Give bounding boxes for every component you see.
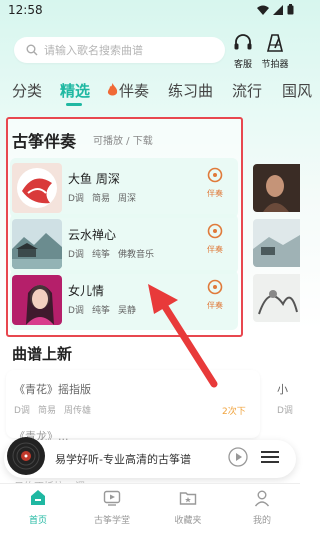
nav-label: 我的 bbox=[252, 516, 271, 526]
vinyl-disc-icon[interactable] bbox=[6, 436, 46, 476]
tag-style: 纯筝 bbox=[91, 250, 110, 260]
song-cover bbox=[12, 163, 62, 213]
play-button[interactable] bbox=[228, 447, 248, 471]
user-icon bbox=[254, 490, 270, 507]
metronome-icon bbox=[266, 34, 284, 52]
category-tabs: 分类 精选 伴奏 练习曲 流行 国风 bbox=[0, 80, 312, 106]
song-item[interactable]: 云水禅心 D调 纯筝 佛教音乐 伴奏 bbox=[10, 214, 238, 274]
status-bar: 12:58 bbox=[0, 0, 300, 22]
song-item[interactable]: 大鱼 周深 D调 简易 周深 伴奏 bbox=[10, 158, 238, 218]
tab-pop[interactable]: 流行 bbox=[232, 80, 262, 101]
wifi-icon bbox=[257, 5, 269, 15]
play-icon bbox=[228, 447, 248, 467]
headset-icon bbox=[234, 34, 252, 50]
video-icon bbox=[103, 490, 121, 506]
sheet-card-side[interactable]: 小 D调 bbox=[269, 370, 300, 438]
new-sheets-title: 曲谱上新 bbox=[12, 345, 73, 363]
sheet-views: 2次下 bbox=[222, 407, 246, 417]
song-title: 大鱼 周深 bbox=[68, 172, 120, 186]
status-icons bbox=[257, 4, 294, 15]
customer-service-button[interactable]: 客服 bbox=[226, 34, 260, 70]
nav-label: 古筝学堂 bbox=[93, 516, 130, 526]
sheet-meta: D调 简易 周传雄 bbox=[14, 403, 91, 416]
song-item[interactable]: 女儿情 D调 纯筝 吴静 伴奏 bbox=[10, 270, 238, 330]
section-title: 古筝伴奏 bbox=[12, 132, 77, 151]
tag-genre: 佛教音乐 bbox=[117, 250, 154, 260]
tag-artist: 吴静 bbox=[117, 306, 136, 316]
accompaniment-button[interactable]: 伴奏 bbox=[204, 167, 226, 199]
sheet-name: 《青花》摇指版 bbox=[14, 383, 91, 396]
home-icon bbox=[31, 490, 45, 505]
tag-key: D调 bbox=[68, 194, 84, 204]
tag-level: 简易 bbox=[37, 406, 56, 416]
accompaniment-label: 伴奏 bbox=[207, 301, 223, 310]
disc-icon bbox=[207, 167, 223, 183]
nav-label: 收藏夹 bbox=[174, 516, 202, 526]
signal-icon bbox=[273, 4, 283, 15]
carousel-next-cover[interactable] bbox=[253, 164, 300, 212]
active-tab-indicator bbox=[66, 103, 82, 106]
song-cover bbox=[12, 219, 62, 269]
tag-key: D调 bbox=[68, 250, 84, 260]
song-tags: D调 纯筝 吴静 bbox=[68, 303, 136, 316]
sheet-name: 小 bbox=[277, 383, 288, 396]
song-title: 女儿情 bbox=[68, 284, 105, 298]
nav-profile[interactable]: 我的 bbox=[232, 489, 292, 526]
playlist-icon bbox=[261, 451, 279, 463]
tab-featured[interactable]: 精选 bbox=[60, 80, 90, 101]
song-title: 云水禅心 bbox=[68, 228, 117, 242]
tag-artist: 周深 bbox=[117, 194, 136, 204]
nav-label: 首页 bbox=[28, 516, 47, 526]
playlist-button[interactable] bbox=[260, 448, 280, 470]
battery-icon bbox=[287, 4, 294, 15]
tab-etudes[interactable]: 练习曲 bbox=[168, 80, 213, 101]
folder-star-icon bbox=[179, 492, 197, 505]
search-input[interactable]: 请输入歌名搜索曲谱 bbox=[14, 37, 225, 63]
accompaniment-label: 伴奏 bbox=[207, 245, 223, 254]
accompaniment-button[interactable]: 伴奏 bbox=[204, 223, 226, 255]
accompaniment-button[interactable]: 伴奏 bbox=[204, 279, 226, 311]
accompaniment-label: 伴奏 bbox=[207, 189, 223, 198]
disc-icon bbox=[207, 223, 223, 239]
disc-icon bbox=[207, 279, 223, 295]
search-placeholder: 请输入歌名搜索曲谱 bbox=[44, 44, 143, 57]
song-tags: D调 纯筝 佛教音乐 bbox=[68, 247, 154, 260]
status-time: 12:58 bbox=[8, 3, 43, 17]
tag-artist: 周传雄 bbox=[63, 406, 91, 416]
player-track-title: 易学好听-专业高清的古筝谱 bbox=[55, 453, 191, 466]
tab-accompaniment[interactable]: 伴奏 bbox=[119, 80, 149, 101]
tab-category[interactable]: 分类 bbox=[12, 80, 42, 101]
nav-guzheng-school[interactable]: 古筝学堂 bbox=[82, 489, 142, 526]
metronome-button[interactable]: 节拍器 bbox=[258, 34, 292, 70]
nav-favorites[interactable]: 收藏夹 bbox=[158, 489, 218, 526]
tag-level: 简易 bbox=[91, 194, 110, 204]
metronome-label: 节拍器 bbox=[261, 60, 289, 70]
tag-key: D调 bbox=[14, 406, 30, 416]
fire-icon bbox=[107, 82, 118, 101]
song-cover bbox=[12, 275, 62, 325]
song-tags: D调 简易 周深 bbox=[68, 191, 136, 204]
tab-guofeng[interactable]: 国风 bbox=[282, 80, 312, 101]
section-subtitle: 可播放 / 下载 bbox=[93, 136, 153, 147]
carousel-next-cover[interactable] bbox=[253, 274, 300, 322]
search-icon bbox=[26, 44, 38, 56]
nav-home[interactable]: 首页 bbox=[8, 489, 68, 526]
sheet-meta: D调 bbox=[277, 406, 293, 416]
tag-style: 纯筝 bbox=[91, 306, 110, 316]
tag-key: D调 bbox=[68, 306, 84, 316]
service-label: 客服 bbox=[233, 60, 252, 70]
carousel-next-cover[interactable] bbox=[253, 219, 300, 267]
